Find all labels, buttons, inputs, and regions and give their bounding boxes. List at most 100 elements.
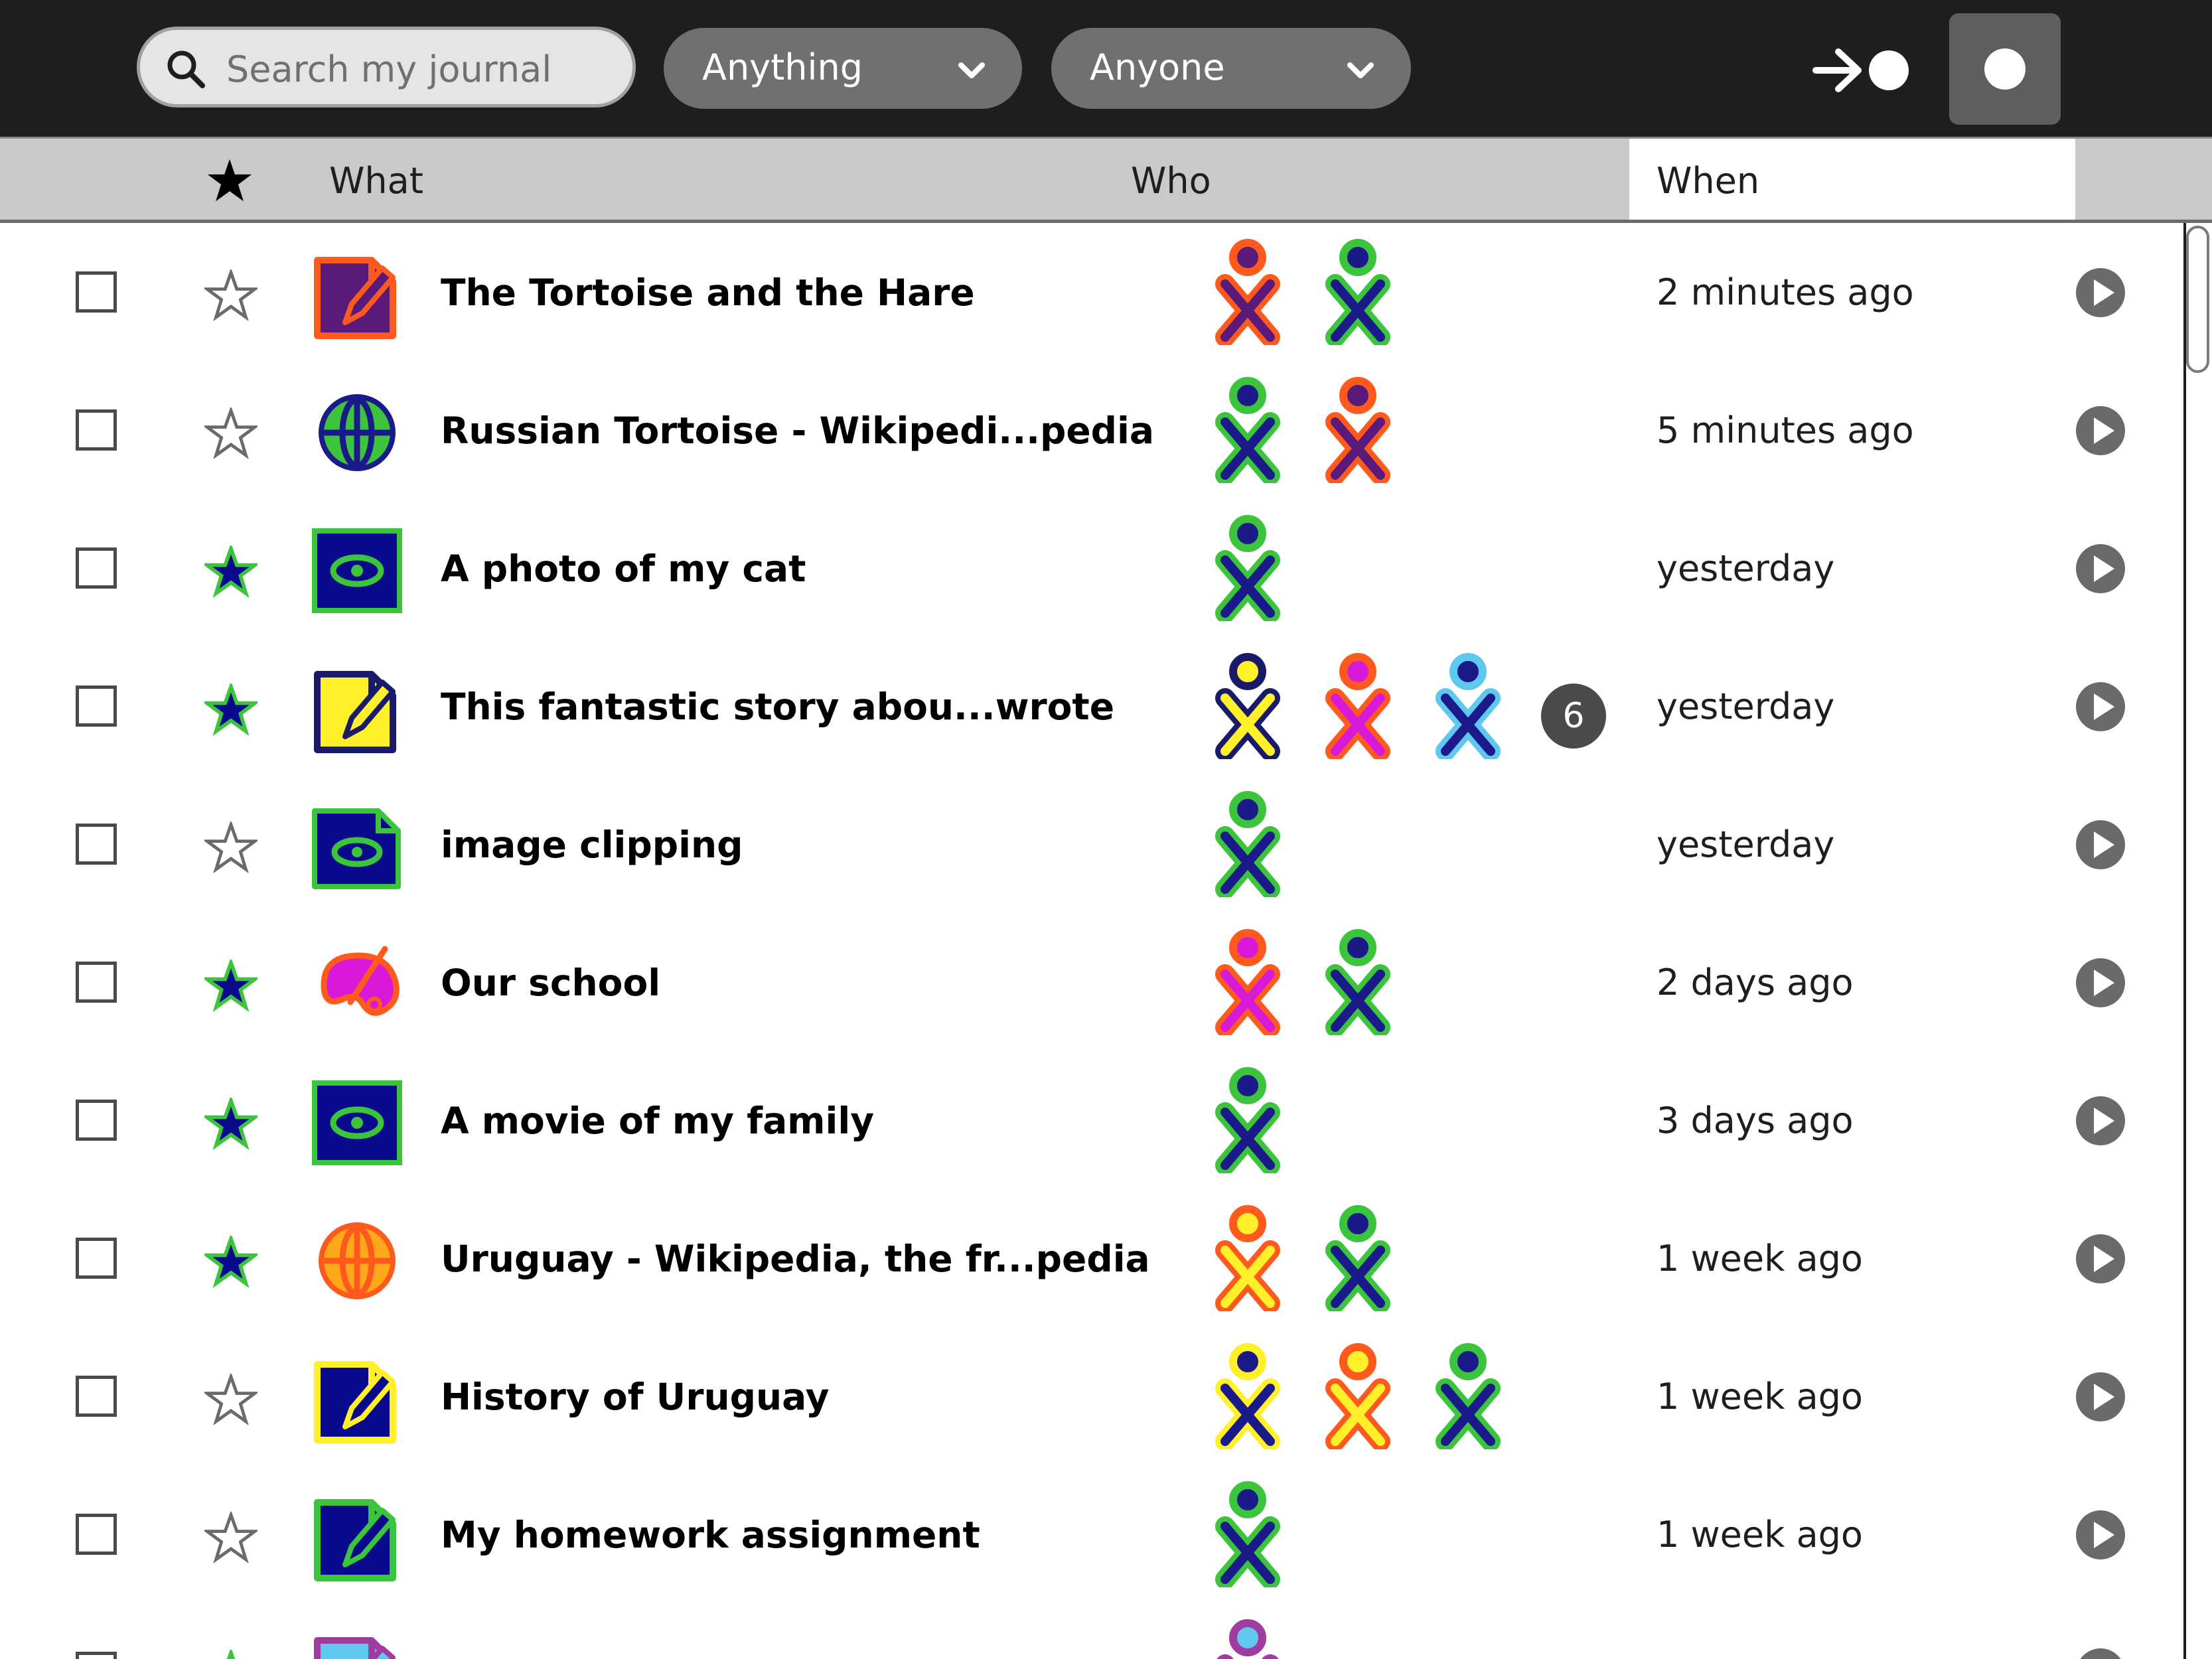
select-checkbox[interactable] [76, 1514, 117, 1555]
journal-entry-row-8[interactable]: Uruguay - Wikipedia, the fr...pedia 1 we… [0, 1189, 2183, 1327]
buddy-xo-icon[interactable] [1208, 1343, 1288, 1451]
column-when[interactable]: When [1657, 160, 1759, 202]
buddy-xo-icon[interactable] [1208, 515, 1288, 623]
journal-entry-row-3[interactable]: A photo of my cat yesterday [0, 499, 2183, 637]
back-to-home-icon[interactable] [1812, 38, 1911, 102]
entry-when: 3 days ago [1657, 1100, 1854, 1141]
favorite-star-icon[interactable] [204, 545, 258, 599]
favorite-star-icon[interactable] [204, 960, 258, 1013]
buddy-xo-icon[interactable] [1428, 653, 1508, 761]
details-arrow-icon[interactable] [2075, 681, 2126, 733]
journal-entry-row-10[interactable]: My homework assignment 1 week ago [0, 1465, 2183, 1603]
entry-title[interactable]: This fantastic story abou...wrote [441, 685, 1114, 729]
entry-title[interactable]: A movie of my family [441, 1099, 874, 1143]
journal-entry-row-1[interactable]: The Tortoise and the Hare 2 minutes ago [0, 223, 2183, 361]
journal-entry-row-5[interactable]: image clipping yesterday [0, 775, 2183, 913]
entry-title[interactable]: History of Uruguay [441, 1375, 829, 1419]
entry-title[interactable]: Uruguay - Wikipedia, the fr...pedia [441, 1237, 1150, 1281]
select-checkbox[interactable] [76, 962, 117, 1003]
entry-title[interactable]: Russian Tortoise - Wikipedi...pedia [441, 409, 1154, 453]
write-activity-icon [314, 1499, 396, 1581]
select-checkbox[interactable] [76, 1238, 117, 1279]
favorite-star-icon[interactable] [204, 269, 258, 323]
favorite-star-icon[interactable] [204, 1374, 258, 1427]
entry-title[interactable]: image clipping [441, 823, 743, 867]
buddy-xo-icon[interactable] [1208, 1205, 1288, 1313]
search-field[interactable] [137, 27, 636, 108]
buddy-xo-icon[interactable] [1318, 1205, 1398, 1313]
entry-when: 1 week ago [1657, 1376, 1863, 1417]
entry-when: 5 minutes ago [1657, 409, 1914, 451]
entry-when: 1 week ago [1657, 1514, 1863, 1555]
buddy-xo-icon[interactable] [1318, 1343, 1398, 1451]
details-arrow-icon[interactable] [2075, 1371, 2126, 1423]
buddy-xo-icon[interactable] [1208, 239, 1288, 347]
journal-entry-row-7[interactable]: A movie of my family 3 days ago [0, 1051, 2183, 1189]
buddy-xo-icon[interactable] [1208, 929, 1288, 1037]
entry-when: yesterday [1657, 685, 1835, 727]
favorite-star-icon[interactable] [204, 822, 258, 875]
details-arrow-icon[interactable] [2075, 405, 2126, 457]
star-icon[interactable] [206, 157, 254, 205]
who-filter-combo[interactable]: Anyone [1051, 28, 1411, 109]
buddy-xo-icon[interactable] [1318, 653, 1398, 761]
buddy-xo-icon[interactable] [1208, 1619, 1288, 1659]
search-input[interactable] [225, 42, 613, 96]
journal-entry-row-2[interactable]: Russian Tortoise - Wikipedi...pedia 5 mi… [0, 361, 2183, 499]
entry-title[interactable]: My homework assignment [441, 1513, 980, 1557]
buddy-xo-icon[interactable] [1208, 1481, 1288, 1589]
select-checkbox[interactable] [76, 1100, 117, 1141]
select-checkbox[interactable] [76, 547, 117, 589]
journal-entry-row-9[interactable]: History of Uruguay 1 week ago [0, 1327, 2183, 1465]
list-scrollbar[interactable] [2183, 223, 2212, 1659]
image-activity-icon [312, 1080, 402, 1165]
entry-title[interactable]: The Tortoise and the Hare [441, 271, 975, 315]
favorite-star-icon[interactable] [204, 1236, 258, 1289]
what-filter-combo[interactable]: Anything [664, 28, 1022, 109]
select-checkbox[interactable] [76, 271, 117, 313]
buddy-xo-icon[interactable] [1318, 377, 1398, 485]
select-checkbox[interactable] [76, 685, 117, 727]
journal-view-button[interactable] [1949, 13, 2061, 125]
buddy-xo-icon[interactable] [1208, 653, 1288, 761]
details-arrow-icon[interactable] [2075, 543, 2126, 595]
column-what[interactable]: What [329, 160, 423, 202]
details-arrow-icon[interactable] [2075, 1647, 2126, 1659]
journal-entry-row-4[interactable]: This fantastic story abou...wrote 6 yest… [0, 637, 2183, 775]
details-arrow-icon[interactable] [2075, 1509, 2126, 1561]
details-arrow-icon[interactable] [2075, 1233, 2126, 1285]
buddy-xo-icon[interactable] [1318, 239, 1398, 347]
buddy-xo-icon[interactable] [1428, 1343, 1508, 1451]
favorite-star-icon[interactable] [204, 407, 258, 461]
details-arrow-icon[interactable] [2075, 957, 2126, 1009]
write-activity-icon [314, 1361, 396, 1443]
search-icon [167, 50, 205, 88]
details-arrow-icon[interactable] [2075, 1095, 2126, 1147]
write-activity-icon [314, 671, 396, 753]
favorite-star-icon[interactable] [204, 684, 258, 737]
column-who[interactable]: Who [1131, 160, 1211, 202]
buddy-xo-icon[interactable] [1208, 377, 1288, 485]
select-checkbox[interactable] [76, 824, 117, 865]
buddy-count-badge[interactable]: 6 [1541, 684, 1606, 749]
favorite-star-icon[interactable] [204, 1098, 258, 1151]
entry-title[interactable]: Our school [441, 961, 660, 1005]
journal-entry-row-11[interactable] [0, 1603, 2183, 1659]
clip-activity-icon [312, 808, 401, 889]
chevron-down-icon [1347, 62, 1374, 78]
buddy-xo-icon[interactable] [1208, 791, 1288, 899]
select-checkbox[interactable] [76, 1376, 117, 1417]
details-arrow-icon[interactable] [2075, 267, 2126, 319]
journal-entry-row-6[interactable]: Our school 2 days ago [0, 913, 2183, 1051]
image-activity-icon [312, 528, 402, 613]
buddy-xo-icon[interactable] [1318, 929, 1398, 1037]
select-checkbox[interactable] [76, 409, 117, 451]
select-checkbox[interactable] [76, 1652, 117, 1659]
details-arrow-icon[interactable] [2075, 819, 2126, 871]
buddy-xo-icon[interactable] [1208, 1067, 1288, 1175]
favorite-star-icon[interactable] [204, 1512, 258, 1565]
entry-title[interactable]: A photo of my cat [441, 547, 806, 591]
write-activity-icon [314, 257, 396, 339]
favorite-star-icon[interactable] [204, 1650, 258, 1659]
scrollbar-thumb[interactable] [2186, 226, 2209, 373]
